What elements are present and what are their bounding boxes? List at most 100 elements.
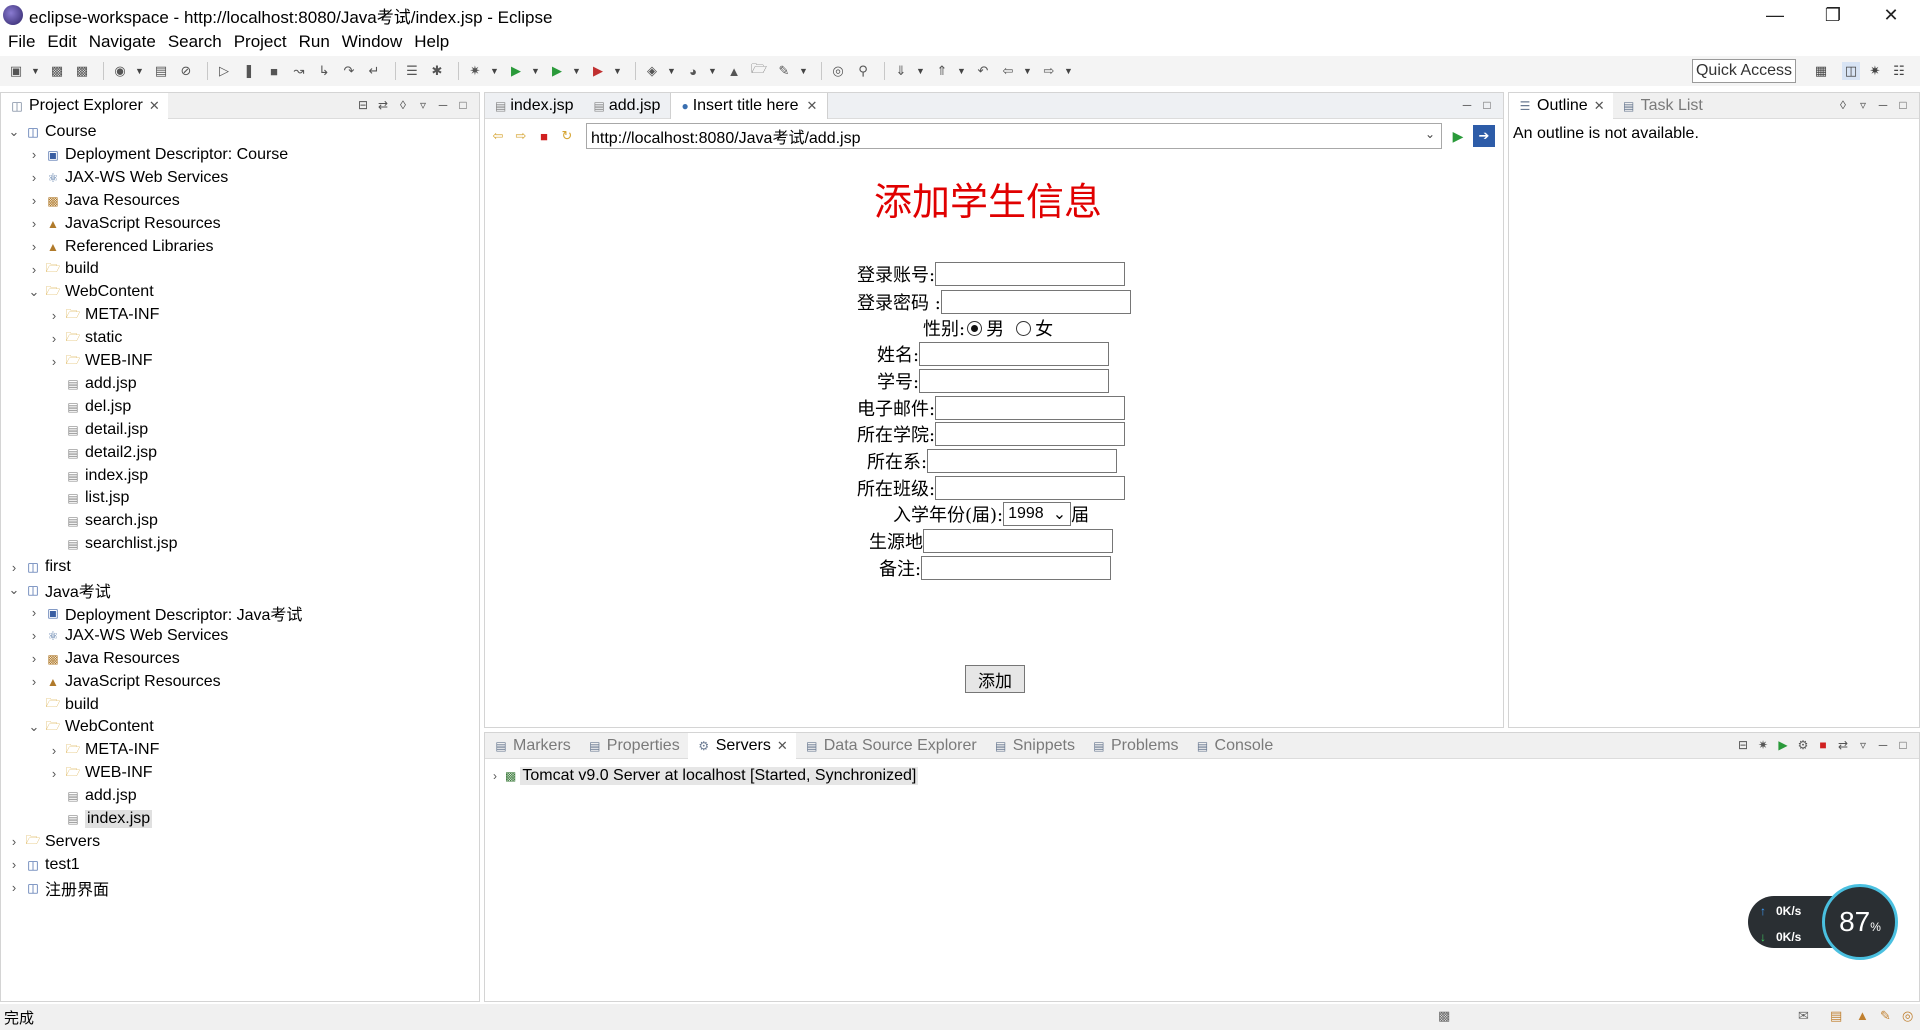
account-input[interactable] <box>935 262 1126 286</box>
open-external-browser-icon[interactable]: ➔ <box>1473 125 1495 147</box>
edit-dropdown-icon[interactable]: ▼ <box>799 66 808 76</box>
back-icon[interactable]: ⇦ <box>998 62 1018 80</box>
new-icon[interactable]: ▣ <box>6 62 26 80</box>
back-dropdown-icon[interactable]: ▼ <box>1023 66 1032 76</box>
email-input[interactable] <box>935 396 1126 420</box>
new-dropdown-icon[interactable]: ▼ <box>31 66 40 76</box>
tab-console[interactable]: ▤ Console <box>1187 733 1282 759</box>
tab-markers[interactable]: ▤ Markers <box>485 733 579 759</box>
tree-item[interactable]: ▤ detail.jsp <box>47 419 148 441</box>
refresh-icon[interactable]: ↻ <box>557 126 577 146</box>
terminate-icon[interactable]: ■ <box>264 62 284 80</box>
chevron-right-icon[interactable]: › <box>27 193 41 208</box>
maximize-view-icon[interactable]: □ <box>1477 96 1497 114</box>
debug-icon[interactable]: ✷ <box>465 62 485 80</box>
previous-annotation-icon[interactable]: ⇑ <box>932 62 952 80</box>
publish-icon[interactable]: ⇄ <box>1833 736 1853 754</box>
coverage-dropdown-icon[interactable]: ▼ <box>613 66 622 76</box>
save-icon[interactable]: ▩ <box>47 62 67 80</box>
tree-item[interactable]: › 🗁 WEB-INF <box>47 762 153 784</box>
chevron-down-icon[interactable]: ⌄ <box>7 582 21 598</box>
java-perspective-icon[interactable]: ☷ <box>1890 62 1908 80</box>
tab-add-jsp[interactable]: ▤ add.jsp <box>584 93 671 119</box>
tree-item[interactable]: ⌄ 🗁 WebContent <box>27 716 154 738</box>
chevron-right-icon[interactable]: › <box>27 651 41 666</box>
collapse-all-icon[interactable]: ⊟ <box>353 96 373 114</box>
tree-item[interactable]: › ▩ Java Resources <box>27 648 180 670</box>
menu-window[interactable]: Window <box>342 32 402 52</box>
tree-item[interactable]: › ▣ Deployment Descriptor: Course <box>27 144 288 166</box>
chevron-right-icon[interactable]: › <box>27 628 41 643</box>
tree-item[interactable]: › ▩ Java Resources <box>27 190 180 212</box>
tab-task-list[interactable]: ▤ Task List <box>1613 93 1711 119</box>
name-input[interactable] <box>919 342 1110 366</box>
tray-icon[interactable]: ◎ <box>1902 1008 1913 1024</box>
add-button[interactable]: 添加 <box>965 665 1025 693</box>
tree-item[interactable]: ⌄ ◫ Java考试 <box>7 579 111 601</box>
minimize-view-icon[interactable]: ─ <box>1873 96 1893 114</box>
step-return-icon[interactable]: ↵ <box>364 62 384 80</box>
tray-icon[interactable]: ✎ <box>1880 1008 1891 1024</box>
tab-data-source-explorer[interactable]: ▤ Data Source Explorer <box>796 733 985 759</box>
network-speed-widget[interactable]: ↑ 0K/s ↓ 0K/s 87% <box>1748 884 1898 960</box>
server-dropdown-icon[interactable]: ▼ <box>135 66 144 76</box>
tree-item[interactable]: › ▲ JavaScript Resources <box>27 671 221 693</box>
new-class-dropdown-icon[interactable]: ▼ <box>708 66 717 76</box>
step-into-icon[interactable]: ↳ <box>314 62 334 80</box>
enroll-year-select[interactable]: 1998 ⌄ <box>1003 502 1072 526</box>
tree-item[interactable]: ▤ add.jsp <box>47 785 136 807</box>
chevron-right-icon[interactable]: › <box>7 857 21 872</box>
edit-icon[interactable]: ✎ <box>774 62 794 80</box>
next-annotation-icon[interactable]: ⇓ <box>891 62 911 80</box>
close-icon[interactable]: ✕ <box>777 738 788 754</box>
disconnect-icon[interactable]: ↝ <box>289 62 309 80</box>
tab-project-explorer[interactable]: ◫ Project Explorer ✕ <box>1 92 168 119</box>
view-menu-icon[interactable]: ▿ <box>413 96 433 114</box>
coverage-icon[interactable]: ▶ <box>588 62 608 80</box>
tree-item[interactable]: › 🗁 Servers <box>7 831 100 853</box>
student-id-input[interactable] <box>919 369 1110 393</box>
tree-item[interactable]: ▤ index.jsp <box>47 808 153 830</box>
tree-item[interactable]: ▤ add.jsp <box>47 373 136 395</box>
chevron-right-icon[interactable]: › <box>47 354 61 369</box>
forward-icon[interactable]: ⇨ <box>511 126 531 146</box>
java-ee-perspective-icon[interactable]: ◫ <box>1842 62 1860 80</box>
minimize-view-icon[interactable]: ─ <box>1873 736 1893 754</box>
close-window-button[interactable]: ✕ <box>1862 0 1920 30</box>
previous-annotation-dropdown-icon[interactable]: ▼ <box>957 66 966 76</box>
chevron-right-icon[interactable]: › <box>47 331 61 346</box>
chevron-right-icon[interactable]: › <box>7 560 21 575</box>
pin-icon[interactable]: ⚲ <box>853 62 873 80</box>
server-entry[interactable]: › ▩ Tomcat v9.0 Server at localhost [Sta… <box>493 765 919 787</box>
tree-item[interactable]: › 🗁 build <box>27 258 99 280</box>
chevron-right-icon[interactable]: › <box>27 674 41 689</box>
menu-help[interactable]: Help <box>414 32 449 52</box>
minimize-button[interactable]: — <box>1746 0 1804 30</box>
chevron-right-icon[interactable]: › <box>27 605 41 620</box>
class-input[interactable] <box>935 476 1126 500</box>
close-icon[interactable]: ✕ <box>149 98 160 114</box>
chevron-down-icon[interactable]: ⌄ <box>27 719 41 735</box>
save-all-icon[interactable]: ▩ <box>72 62 92 80</box>
tab-snippets[interactable]: ▤ Snippets <box>985 733 1083 759</box>
tab-properties[interactable]: ▤ Properties <box>579 733 688 759</box>
tree-item[interactable]: › 🗁 META-INF <box>47 304 160 326</box>
globe-icon[interactable]: ◎ <box>828 62 848 80</box>
gender-male-radio[interactable] <box>967 320 983 336</box>
chevron-right-icon[interactable]: › <box>27 239 41 254</box>
tree-item[interactable]: ▤ list.jsp <box>47 487 129 509</box>
quick-access-field[interactable]: Quick Access <box>1692 59 1796 83</box>
origin-input[interactable] <box>923 529 1113 553</box>
tree-item[interactable]: ▤ searchlist.jsp <box>47 533 177 555</box>
chevron-right-icon[interactable]: › <box>27 216 41 231</box>
tree-item[interactable]: › 🗁 WEB-INF <box>47 350 153 372</box>
open-type-icon[interactable]: ▲ <box>724 62 744 80</box>
maximize-view-icon[interactable]: □ <box>1893 736 1913 754</box>
menu-run[interactable]: Run <box>299 32 330 52</box>
go-icon[interactable]: ▶ <box>1449 127 1467 145</box>
tree-item[interactable]: ▤ index.jsp <box>47 465 148 487</box>
resume-icon[interactable]: ▷ <box>214 62 234 80</box>
tree-item[interactable]: › ▣ Deployment Descriptor: Java考试 <box>27 602 303 624</box>
chevron-right-icon[interactable]: › <box>47 743 61 758</box>
debug-server-icon[interactable]: ✷ <box>1753 736 1773 754</box>
